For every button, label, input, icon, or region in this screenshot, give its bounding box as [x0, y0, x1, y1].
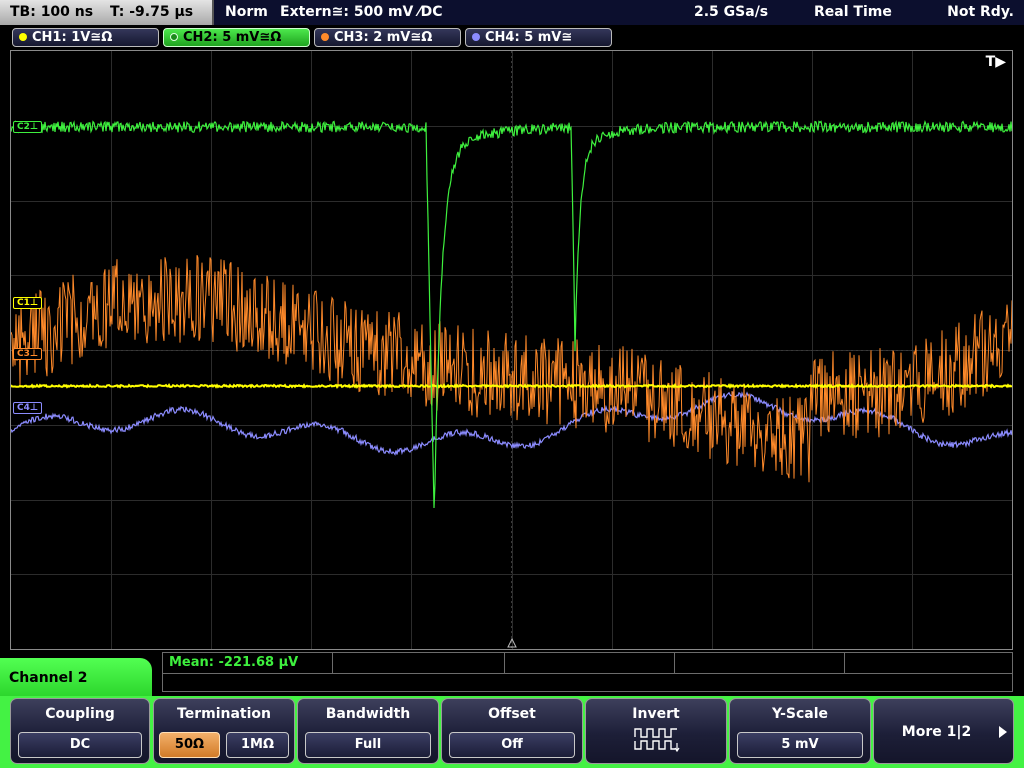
waveform-canvas	[11, 51, 1012, 649]
trigger-time-value: T: -9.75 µs	[109, 4, 194, 20]
channel-1-color-dot	[19, 33, 27, 41]
termination-title: Termination	[177, 706, 271, 722]
y-scale-value[interactable]: 5 mV	[737, 732, 863, 758]
channel-3-trace	[11, 255, 1012, 483]
channel-1-label: CH1: 1V≅Ω	[32, 30, 113, 45]
invert-waveform-icon	[634, 728, 680, 753]
measurement-divider	[163, 673, 1012, 674]
softkey-bar: Coupling DC Termination 50Ω 1MΩ Bandwidt…	[0, 696, 1024, 768]
termination-1-megohm-option[interactable]: 1MΩ	[226, 732, 289, 758]
offset-value[interactable]: Off	[449, 732, 575, 758]
offset-softkey[interactable]: Offset Off	[441, 698, 583, 764]
graticule	[11, 51, 1012, 649]
acquisition-mode[interactable]: Real Time	[814, 0, 892, 25]
more-label: More 1|2	[901, 724, 972, 740]
bandwidth-value[interactable]: Full	[305, 732, 431, 758]
channel-tab-row: CH1: 1V≅Ω CH2: 5 mV≅Ω CH3: 2 mV≅Ω CH4: 5…	[0, 25, 1024, 50]
channel-3-offset-marker[interactable]: C3⊥	[13, 348, 43, 360]
offset-title: Offset	[488, 706, 536, 722]
timebase-value: TB: 100 ns	[10, 4, 94, 20]
channel-2-color-dot	[170, 33, 178, 41]
channel-2-label: CH2: 5 mV≅Ω	[183, 30, 282, 45]
tab-channel-2[interactable]: CH2: 5 mV≅Ω	[163, 28, 310, 47]
channel-1-trace	[11, 382, 1012, 390]
tab-channel-3[interactable]: CH3: 2 mV≅Ω	[314, 28, 461, 47]
channel-1-offset-marker[interactable]: C1⊥	[13, 297, 43, 309]
termination-softkey[interactable]: Termination 50Ω 1MΩ	[153, 698, 295, 764]
channel-2-trace	[11, 119, 1012, 509]
coupling-softkey[interactable]: Coupling DC	[10, 698, 150, 764]
trigger-indicator: T▶	[985, 54, 1006, 70]
termination-50-ohm-option[interactable]: 50Ω	[159, 732, 220, 758]
trigger-source[interactable]: Extern≅: 500 mV ⁄DC	[280, 0, 442, 25]
measurement-cell	[675, 653, 845, 673]
timebase-box[interactable]: TB: 100 ns T: -9.75 µs	[0, 0, 214, 25]
waveform-display[interactable]: C2⊥ C1⊥ C3⊥ C4⊥ T▶	[10, 50, 1013, 650]
coupling-value[interactable]: DC	[18, 732, 142, 758]
channel-2-offset-marker[interactable]: C2⊥	[13, 121, 43, 133]
measurement-cell	[505, 653, 675, 673]
measurement-cell	[333, 653, 505, 673]
channel-4-color-dot	[472, 33, 480, 41]
channel-3-color-dot	[321, 33, 329, 41]
channel-3-label: CH3: 2 mV≅Ω	[334, 30, 433, 45]
bandwidth-softkey[interactable]: Bandwidth Full	[297, 698, 439, 764]
tab-channel-1[interactable]: CH1: 1V≅Ω	[12, 28, 159, 47]
tab-channel-4[interactable]: CH4: 5 mV≅	[465, 28, 612, 47]
more-softkey[interactable]: More 1|2	[873, 698, 1014, 764]
acquisition-state: Not Rdy.	[947, 4, 1014, 20]
next-page-arrow-icon	[999, 726, 1007, 738]
sample-rate: 2.5 GSa/s	[694, 4, 769, 20]
menu-channel-label: Channel 2	[0, 658, 152, 698]
measurement-panel: Mean: -221.68 µV	[162, 652, 1013, 692]
status-bar: TB: 100 ns T: -9.75 µs Norm Extern≅: 500…	[0, 0, 1024, 25]
invert-softkey[interactable]: Invert	[585, 698, 727, 764]
channel-4-offset-marker[interactable]: C4⊥	[13, 402, 43, 414]
mean-measurement: Mean: -221.68 µV	[169, 655, 299, 670]
bandwidth-title: Bandwidth	[325, 706, 411, 722]
trigger-mode[interactable]: Norm	[225, 0, 268, 25]
channel-4-label: CH4: 5 mV≅	[485, 30, 573, 45]
y-scale-softkey[interactable]: Y-Scale 5 mV	[729, 698, 871, 764]
coupling-title: Coupling	[45, 706, 115, 722]
y-scale-title: Y-Scale	[771, 706, 828, 722]
invert-title: Invert	[632, 706, 680, 722]
